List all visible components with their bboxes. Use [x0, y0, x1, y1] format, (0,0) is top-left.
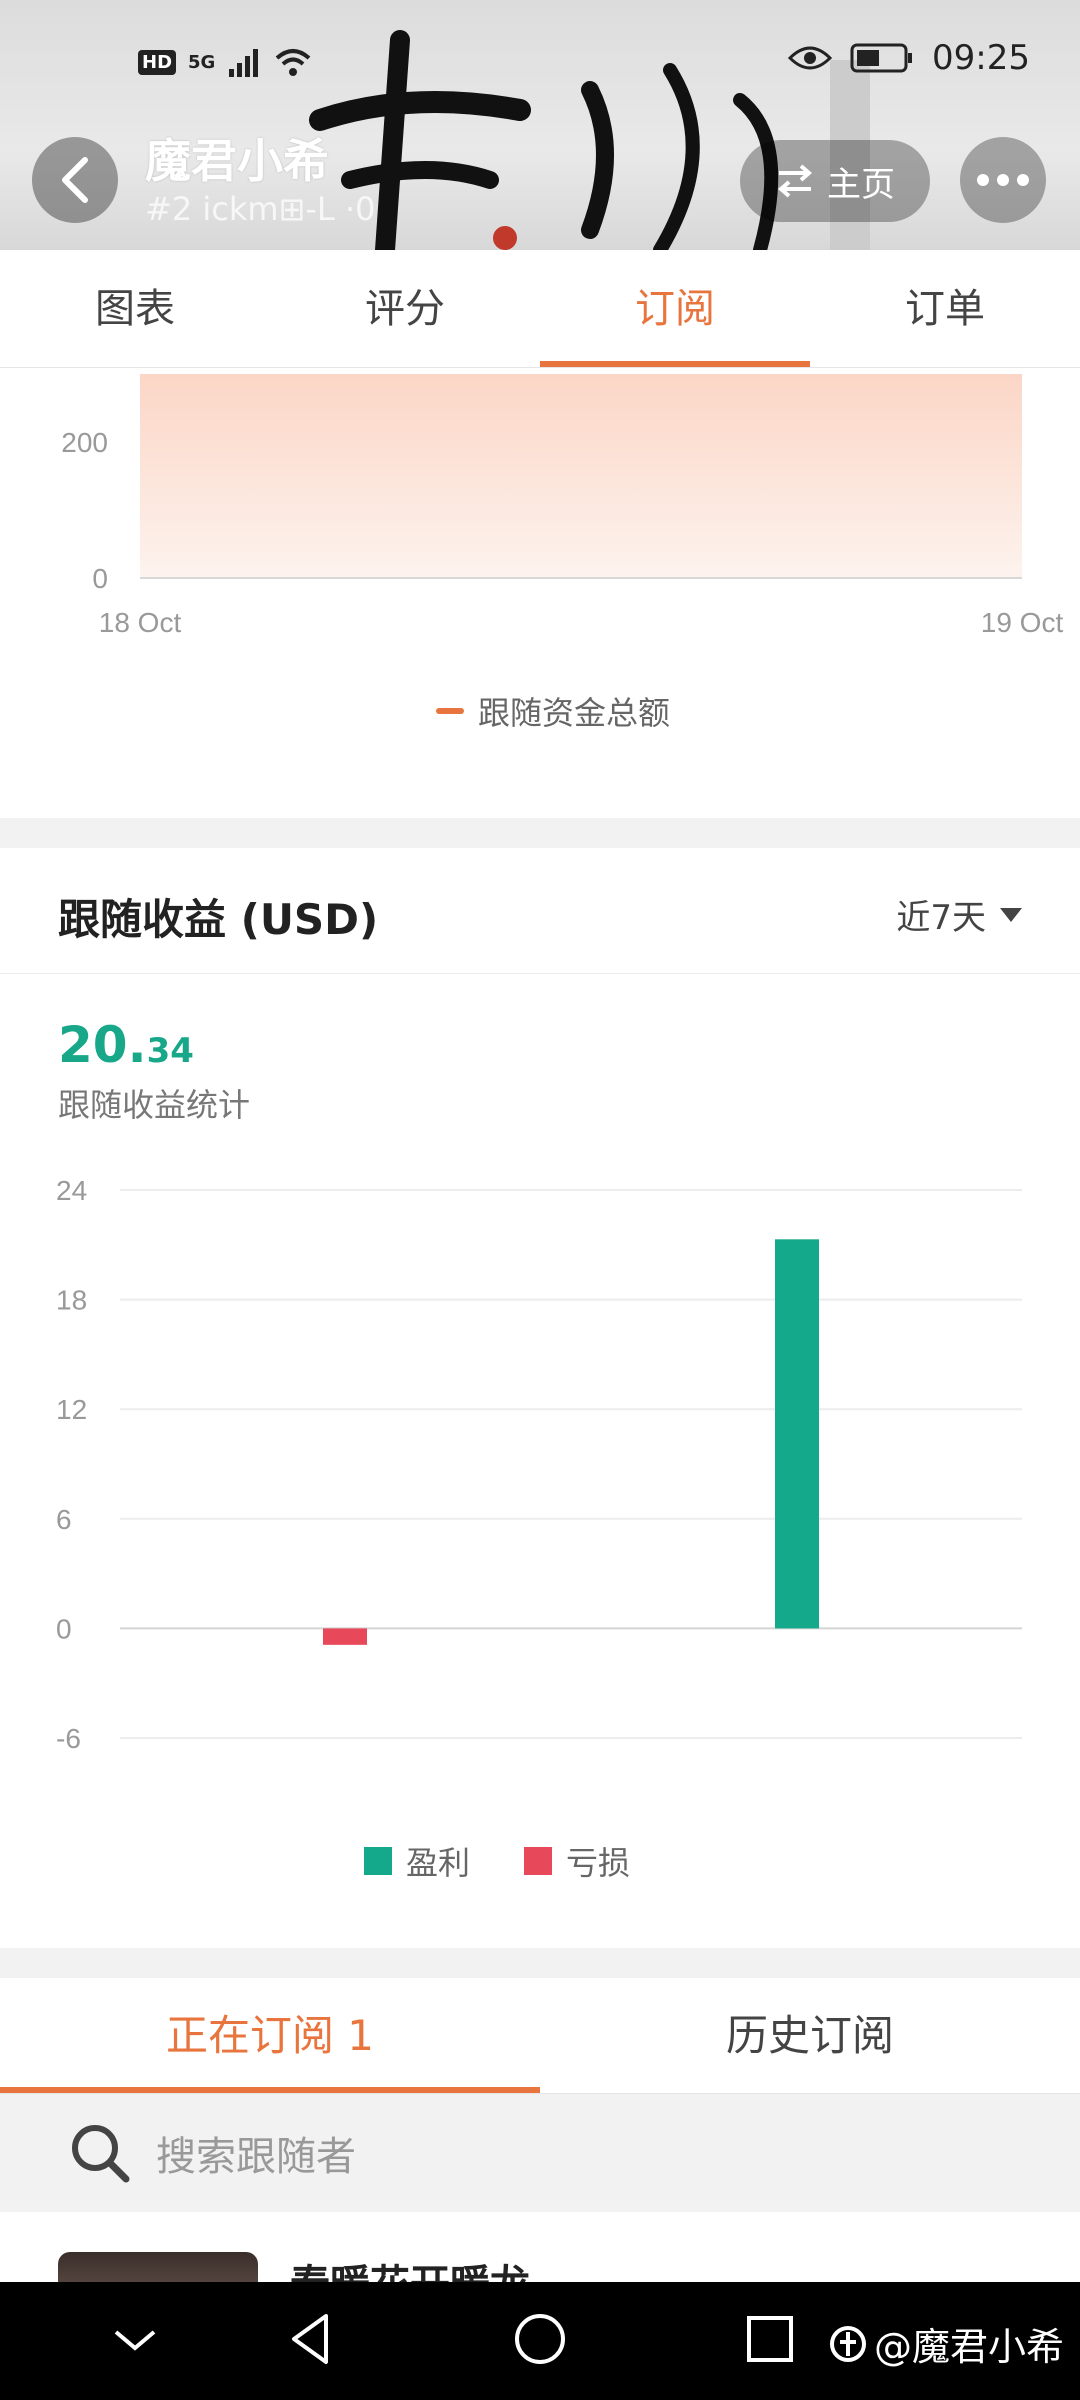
area-legend: 跟随资金总额 — [436, 688, 670, 734]
follower-avatar — [58, 2252, 258, 2282]
tab-chart[interactable]: 图表 — [0, 250, 270, 367]
profile-header: HD 5G 09:25 魔君小希 #2 ickm⊞-L ·0 主页 — [0, 0, 1080, 250]
follower-list: 春暖花开暖龙 — [0, 2212, 1080, 2282]
eye-icon — [788, 46, 833, 70]
subscription-tabs: 正在订阅 1 历史订阅 — [0, 1978, 1080, 2094]
dropdown-arrow-icon — [1000, 907, 1022, 922]
bar-y-tick: 0 — [56, 1613, 72, 1644]
legend-line-swatch — [436, 708, 464, 714]
tab-subscription[interactable]: 订阅 — [540, 250, 810, 367]
more-button[interactable] — [960, 137, 1046, 223]
bar-y-tick: 6 — [56, 1504, 72, 1535]
area-x-tick: 19 Oct — [981, 607, 1064, 638]
follow-profit-chart: -6 0 6 12 18 24 18 Oct 19 Oct — [56, 1175, 1022, 1768]
follow-fund-chart: 0 200 18 Oct 19 Oct — [61, 374, 1064, 638]
account-id: #2 ickm⊞-L ·0 — [145, 190, 376, 228]
follow-profit-title: 跟随收益 (USD) — [58, 895, 379, 944]
profit-total-dec: 34 — [146, 1031, 194, 1071]
bar-legend: 盈利 亏损 — [364, 1838, 630, 1884]
bar-x-tick: 19 Oct — [756, 1763, 839, 1768]
legend-profit-swatch — [364, 1847, 392, 1875]
area-y-tick: 0 — [92, 563, 108, 594]
nav-back-icon[interactable] — [282, 2304, 338, 2374]
loss-bar — [323, 1628, 367, 1645]
follow-profit-header: 跟随收益 (USD) 近7天 — [0, 848, 1080, 974]
profit-total-label: 跟随收益统计 — [58, 1086, 251, 1124]
search-input[interactable]: 搜索跟随者 — [156, 2124, 356, 2182]
hd-icon: HD — [138, 49, 177, 75]
signal-icon — [229, 49, 259, 77]
home-button-label: 主页 — [827, 164, 895, 205]
battery-icon — [850, 43, 913, 73]
bar-x-tick: 18 Oct — [304, 1763, 387, 1768]
home-button[interactable]: 主页 — [740, 140, 930, 222]
status-bar: HD 5G 09:25 — [0, 38, 1080, 94]
profit-total-int: 20. — [58, 1016, 147, 1074]
legend-loss-label: 亏损 — [566, 1844, 631, 1882]
watermark-text: @魔君小希 — [873, 2325, 1064, 2369]
area-y-tick: 200 — [61, 427, 108, 458]
toutiao-logo-icon — [829, 2325, 866, 2362]
bar-y-tick: 18 — [56, 1285, 87, 1316]
search-bar[interactable]: 搜索跟随者 — [0, 2094, 1080, 2212]
clock: 09:25 — [932, 38, 1030, 78]
collapse-chevron-icon[interactable] — [108, 2304, 162, 2374]
area-x-tick: 18 Oct — [99, 607, 182, 638]
wifi-icon — [276, 49, 311, 76]
profit-total: 20.34 — [58, 1016, 194, 1074]
network-type: 5G — [188, 51, 216, 73]
legend-profit-label: 盈利 — [406, 1844, 471, 1882]
search-icon — [72, 2125, 130, 2183]
page-title: 魔君小希 — [145, 134, 329, 188]
bar-y-tick: 24 — [56, 1175, 87, 1206]
legend-loss-swatch — [524, 1847, 553, 1875]
more-icon — [977, 174, 989, 186]
follow-profit-card: 跟随收益 (USD) 近7天 20.34 跟随收益统计 -6 0 6 12 18 24 18… — [0, 848, 1080, 1948]
bar-y-tick: -6 — [56, 1723, 81, 1754]
follow-fund-card: 0 200 18 Oct 19 Oct 跟随资金总额 — [0, 368, 1080, 818]
area-legend-label: 跟随资金总额 — [478, 694, 671, 732]
period-selector[interactable]: 近7天 — [896, 890, 1022, 939]
watermark: @魔君小希 — [828, 2316, 1064, 2371]
main-tabs: 图表 评分 订阅 订单 — [0, 250, 1080, 368]
nav-home-icon[interactable] — [510, 2304, 570, 2374]
follower-name[interactable]: 春暖花开暖龙 — [290, 2252, 530, 2282]
tab-orders[interactable]: 订单 — [810, 250, 1080, 367]
tab-rating[interactable]: 评分 — [270, 250, 540, 367]
tab-active-subscriptions[interactable]: 正在订阅 1 — [0, 1978, 540, 2093]
tab-history-subscriptions[interactable]: 历史订阅 — [540, 1978, 1080, 2093]
area-fill — [140, 374, 1022, 578]
chevron-left-icon — [62, 157, 88, 203]
bar-y-tick: 12 — [56, 1394, 87, 1425]
back-button[interactable] — [32, 137, 118, 223]
profit-bar — [775, 1239, 819, 1629]
nav-recents-icon[interactable] — [742, 2304, 798, 2374]
system-nav-bar: @魔君小希 — [0, 2282, 1080, 2400]
swap-icon — [777, 164, 813, 198]
period-label: 近7天 — [896, 898, 986, 938]
